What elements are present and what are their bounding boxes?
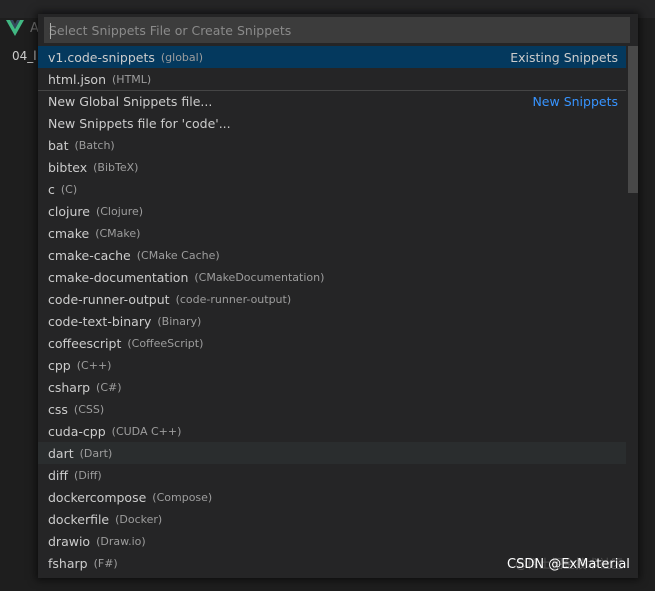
- quick-pick-item-label: cmake-cache: [48, 247, 131, 263]
- quick-pick-item-label: drawio: [48, 533, 91, 549]
- quick-pick-item[interactable]: dockercompose (Compose): [38, 486, 626, 508]
- quick-pick-item[interactable]: code-runner-output (code-runner-output): [38, 288, 626, 310]
- quick-pick-item[interactable]: css (CSS): [38, 398, 626, 420]
- quick-pick-item-description: (Dart): [79, 446, 113, 460]
- watermark: CSDN @ExMaterial: [507, 557, 630, 572]
- quick-pick-item-description: (code-runner-output): [175, 292, 292, 306]
- quick-pick-item-label: New Snippets file for 'code'...: [48, 115, 231, 131]
- quick-pick-item-label: css: [48, 401, 68, 417]
- quick-pick-item[interactable]: cuda-cpp (CUDA C++): [38, 420, 626, 442]
- vue-icon: [6, 20, 24, 36]
- quick-pick-item-label: cuda-cpp: [48, 423, 106, 439]
- quick-pick-item-description: (CSS): [73, 402, 105, 416]
- quick-pick-item-label: dockerfile: [48, 511, 110, 527]
- scrollbar-thumb[interactable]: [628, 46, 638, 193]
- quick-pick-item-label: fsharp: [48, 555, 88, 571]
- quick-pick-item-label: code-runner-output: [48, 291, 170, 307]
- quick-pick-item[interactable]: c (C): [38, 178, 626, 200]
- quick-pick-item[interactable]: drawio (Draw.io): [38, 530, 626, 552]
- quick-pick-item[interactable]: dockerfile (Docker): [38, 508, 626, 530]
- quick-pick-item-description: (Docker): [115, 512, 163, 526]
- quick-pick-item[interactable]: html.json (HTML): [38, 68, 626, 90]
- quick-pick-item[interactable]: cpp (C++): [38, 354, 626, 376]
- quick-pick-item-label: dart: [48, 445, 74, 461]
- quick-pick-separator-label: New Snippets: [532, 94, 618, 109]
- quick-pick-item[interactable]: dart (Dart): [38, 442, 626, 464]
- quick-pick-item-description: (global): [160, 50, 204, 64]
- quick-pick-item-description: (CMake): [95, 226, 141, 240]
- quick-pick-item[interactable]: csharp (C#): [38, 376, 626, 398]
- quick-pick-item[interactable]: New Global Snippets file... New Snippets: [38, 90, 626, 112]
- quick-pick-item[interactable]: New Snippets file for 'code'...: [38, 112, 626, 134]
- quick-pick-list: v1.code-snippets (global) Existing Snippet…: [38, 46, 626, 574]
- quick-pick-item-description: (CUDA C++): [111, 424, 182, 438]
- editor-tab[interactable]: A: [0, 14, 39, 42]
- quick-pick-item-description: (HTML): [112, 72, 152, 86]
- quick-pick-item-label: v1.code-snippets: [48, 49, 155, 65]
- quick-pick-item-description: (F#): [93, 556, 118, 570]
- quick-pick-item-label: cpp: [48, 357, 71, 373]
- quick-pick-item-description: (C): [60, 182, 78, 196]
- quick-pick-item-description: (Binary): [157, 314, 202, 328]
- quick-pick-item[interactable]: code-text-binary (Binary): [38, 310, 626, 332]
- quick-pick-item-description: (CMake Cache): [136, 248, 220, 262]
- quick-pick-item-label: bibtex: [48, 159, 88, 175]
- quick-pick-item-label: bat: [48, 137, 69, 153]
- quick-pick-item-label: clojure: [48, 203, 90, 219]
- explorer-item-label: 04_l: [12, 49, 37, 63]
- scrollbar[interactable]: [628, 46, 638, 578]
- quick-pick-item[interactable]: diff (Diff): [38, 464, 626, 486]
- quick-pick-item-description: (CoffeeScript): [127, 336, 204, 350]
- quick-pick-item-description: (Batch): [74, 138, 115, 152]
- quick-pick-item-description: (CMakeDocumentation): [194, 270, 325, 284]
- quick-pick-item-label: coffeescript: [48, 335, 122, 351]
- quick-pick-item-description: (C#): [96, 380, 122, 394]
- quick-pick-item[interactable]: bat (Batch): [38, 134, 626, 156]
- quick-pick-separator-label: Existing Snippets: [510, 49, 618, 65]
- quick-pick-item[interactable]: v1.code-snippets (global) Existing Snippet…: [38, 46, 626, 68]
- quick-pick-input[interactable]: [49, 18, 629, 42]
- quick-pick-item-label: csharp: [48, 379, 91, 395]
- quick-pick-item-description: (C++): [76, 358, 112, 372]
- quick-pick-item-description: (Compose): [152, 490, 213, 504]
- quick-pick-item-description: (Clojure): [95, 204, 144, 218]
- quick-pick-item-description: (Diff): [74, 468, 102, 482]
- quick-pick-item[interactable]: bibtex (BibTeX): [38, 156, 626, 178]
- text-caret: [50, 23, 51, 39]
- quick-pick-item[interactable]: cmake-documentation (CMakeDocumentation): [38, 266, 626, 288]
- quick-pick-item-label: diff: [48, 467, 69, 483]
- quick-pick-item[interactable]: clojure (Clojure): [38, 200, 626, 222]
- quick-pick-item-label: dockercompose: [48, 489, 147, 505]
- quick-pick-item-label: html.json: [48, 71, 107, 87]
- quick-pick-item[interactable]: cmake (CMake): [38, 222, 626, 244]
- quick-pick-search-box[interactable]: [44, 17, 630, 43]
- quick-pick-item-label: cmake-documentation: [48, 269, 189, 285]
- quick-pick-item-label: c: [48, 181, 55, 197]
- quick-pick-item[interactable]: coffeescript (CoffeeScript): [38, 332, 626, 354]
- quick-pick-item-description: (Draw.io): [96, 534, 146, 548]
- quick-pick-item[interactable]: cmake-cache (CMake Cache): [38, 244, 626, 266]
- quick-pick-item-label: code-text-binary: [48, 313, 152, 329]
- quick-pick-item-label: New Global Snippets file...: [48, 94, 213, 109]
- quick-pick-item-label: cmake: [48, 225, 90, 241]
- quick-pick-item-description: (BibTeX): [93, 160, 139, 174]
- quick-pick-widget: v1.code-snippets (global) Existing Snippet…: [38, 14, 638, 578]
